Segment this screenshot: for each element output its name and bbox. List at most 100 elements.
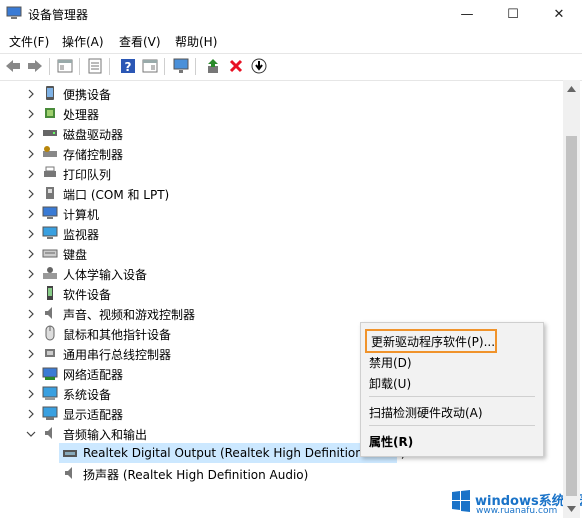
device-label: 便携设备	[63, 88, 112, 102]
printer-icon	[42, 165, 58, 181]
watermark-url: www.ruanafu.com	[476, 506, 558, 516]
chevron-right-icon[interactable]	[26, 148, 36, 159]
chevron-right-icon[interactable]	[26, 328, 36, 339]
device-node[interactable]: 扬声器 (Realtek High Definition Audio)	[0, 463, 560, 483]
chevron-right-icon[interactable]	[26, 368, 36, 379]
device-category[interactable]: 磁盘驱动器	[0, 123, 560, 143]
menu-item-disable[interactable]: 禁用(D)	[369, 351, 533, 371]
chevron-right-icon[interactable]	[26, 128, 36, 139]
device-label: Realtek Digital Output (Realtek High Def…	[83, 446, 406, 460]
toolbar-separator	[49, 58, 50, 75]
chevron-right-icon[interactable]	[26, 308, 36, 319]
update-driver-icon[interactable]	[204, 57, 222, 75]
back-arrow-icon[interactable]	[4, 57, 22, 75]
scroll-down-arrow-icon[interactable]	[563, 500, 580, 517]
maximize-button[interactable]: ☐	[490, 0, 536, 28]
device-category[interactable]: 存储控制器	[0, 143, 560, 163]
device-label: 声音、视频和游戏控制器	[63, 308, 196, 322]
disk-drive-icon	[42, 125, 58, 141]
device-label: 通用串行总线控制器	[63, 348, 172, 362]
device-category[interactable]: 监视器	[0, 223, 560, 243]
scroll-thumb[interactable]	[566, 136, 577, 496]
close-button[interactable]: ✕	[536, 0, 582, 28]
device-category[interactable]: 人体学输入设备	[0, 263, 560, 283]
device-category[interactable]: 打印队列	[0, 163, 560, 183]
menu-view[interactable]: 查看(V)	[119, 33, 161, 50]
menu-separator	[369, 425, 535, 426]
chevron-right-icon[interactable]	[26, 348, 36, 359]
chevron-right-icon[interactable]	[26, 388, 36, 399]
menu-item-label: 扫描检测硬件改动(A)	[369, 406, 483, 420]
chevron-right-icon[interactable]	[26, 188, 36, 199]
toolbar-separator	[195, 58, 196, 75]
chevron-right-icon[interactable]	[26, 408, 36, 419]
computer-icon	[42, 205, 58, 221]
device-label: 键盘	[63, 248, 88, 262]
audio-io-icon	[42, 425, 58, 441]
toolbar-separator	[109, 58, 110, 75]
menu-item-update-driver[interactable]: 更新驱动程序软件(P)...	[365, 329, 497, 353]
device-label: 监视器	[63, 228, 100, 242]
speaker-icon	[62, 465, 78, 481]
display-adapter-icon	[42, 405, 58, 421]
menu-file[interactable]: 文件(F)	[9, 33, 49, 50]
chevron-right-icon[interactable]	[26, 248, 36, 259]
device-category[interactable]: 处理器	[0, 103, 560, 123]
menu-item-label: 属性(R)	[369, 435, 414, 449]
hid-icon	[42, 265, 58, 281]
device-label: 显示适配器	[63, 408, 124, 422]
forward-arrow-icon[interactable]	[26, 57, 44, 75]
device-label: 音频输入和输出	[63, 428, 148, 442]
device-category[interactable]: 软件设备	[0, 283, 560, 303]
device-label: 网络适配器	[63, 368, 124, 382]
uninstall-x-icon[interactable]	[227, 57, 245, 75]
details-view-icon[interactable]	[141, 57, 159, 75]
scroll-up-arrow-icon[interactable]	[563, 80, 580, 97]
menu-help[interactable]: 帮助(H)	[175, 33, 217, 50]
device-category[interactable]: 端口 (COM 和 LPT)	[0, 183, 560, 203]
device-category[interactable]: 便携设备	[0, 83, 560, 103]
menu-item-properties[interactable]: 属性(R)	[369, 430, 533, 450]
properties-view-icon[interactable]	[56, 57, 74, 75]
network-adapter-icon	[42, 365, 58, 381]
chevron-right-icon[interactable]	[26, 88, 36, 99]
device-label: 人体学输入设备	[63, 268, 148, 282]
chevron-right-icon[interactable]	[26, 228, 36, 239]
device-label: 扬声器 (Realtek High Definition Audio)	[83, 468, 309, 482]
device-label: 系统设备	[63, 388, 112, 402]
chevron-right-icon[interactable]	[26, 268, 36, 279]
chevron-right-icon[interactable]	[26, 208, 36, 219]
menu-item-uninstall[interactable]: 卸载(U)	[369, 372, 533, 392]
menu-action[interactable]: 操作(A)	[62, 33, 104, 50]
device-manager-icon	[6, 6, 22, 19]
mouse-icon	[42, 325, 58, 341]
device-label: 鼠标和其他指针设备	[63, 328, 172, 342]
device-category[interactable]: 计算机	[0, 203, 560, 223]
speaker-icon	[42, 305, 58, 321]
menu-separator	[369, 396, 535, 397]
list-view-icon[interactable]	[86, 57, 104, 75]
menu-item-scan-hardware[interactable]: 扫描检测硬件改动(A)	[369, 401, 533, 421]
monitor-scan-icon[interactable]	[172, 57, 190, 75]
minimize-button[interactable]: —	[444, 0, 490, 28]
download-circle-icon[interactable]	[250, 57, 268, 75]
menu-item-label: 更新驱动程序软件(P)...	[371, 335, 496, 349]
device-category[interactable]: 声音、视频和游戏控制器	[0, 303, 560, 323]
svg-text:?: ?	[125, 60, 132, 74]
help-icon[interactable]: ?	[119, 57, 137, 75]
device-label: 计算机	[63, 208, 100, 222]
chevron-right-icon[interactable]	[26, 168, 36, 179]
storage-controller-icon	[42, 145, 58, 161]
context-menu: 更新驱动程序软件(P)... 禁用(D) 卸载(U) 扫描检测硬件改动(A) 属…	[360, 322, 544, 457]
device-label: 存储控制器	[63, 148, 124, 162]
device-category[interactable]: 键盘	[0, 243, 560, 263]
chevron-right-icon[interactable]	[26, 108, 36, 119]
menu-item-label: 禁用(D)	[369, 356, 412, 370]
chevron-down-icon[interactable]	[26, 428, 36, 438]
usb-icon	[42, 345, 58, 361]
processor-icon	[42, 105, 58, 121]
device-label: 磁盘驱动器	[63, 128, 124, 142]
chevron-right-icon[interactable]	[26, 288, 36, 299]
portable-device-icon	[42, 85, 58, 101]
device-label: 软件设备	[63, 288, 112, 302]
